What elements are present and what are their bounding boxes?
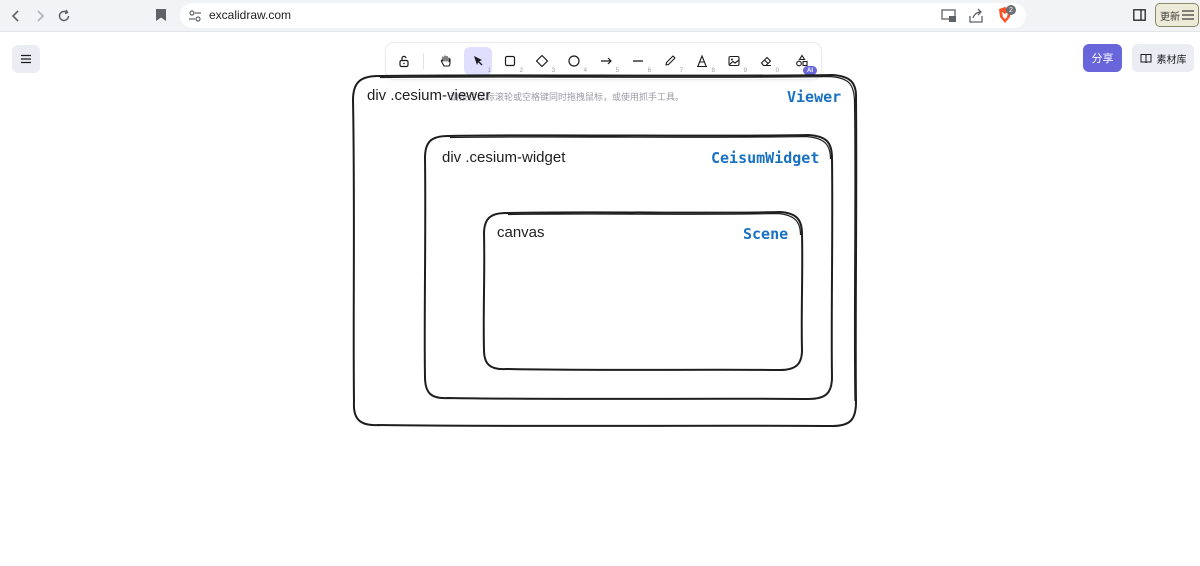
back-button[interactable] [6,6,26,26]
url-text[interactable]: excalidraw.com [209,8,291,22]
address-bar[interactable]: excalidraw.com [180,3,1026,28]
cast-icon[interactable] [940,8,958,24]
viewer-label[interactable]: div .cesium-viewer [367,87,490,104]
sidebar-toggle-icon[interactable] [1133,9,1146,21]
share-page-icon[interactable] [967,8,985,24]
forward-arrow-icon [37,10,45,22]
browser-update-button[interactable]: 更新 [1155,3,1199,27]
scene-name[interactable]: Scene [743,225,788,243]
reload-button[interactable] [54,6,74,26]
widget-name[interactable]: CeisumWidget [711,149,819,167]
scene-label[interactable]: canvas [497,224,545,241]
viewer-box[interactable] [351,73,858,428]
browser-toolbar: excalidraw.com 2 更新 [0,0,1200,32]
bookmark-icon[interactable] [155,8,167,22]
reload-icon [58,9,70,22]
brave-blocked-count: 2 [1006,5,1016,15]
excalidraw-canvas[interactable]: 1 2 3 4 5 6 7 8 9 0 AI 分享 素材库 请按住鼠标滚轮或空格… [0,32,1200,566]
viewer-name[interactable]: Viewer [787,88,841,106]
forward-button[interactable] [30,6,50,26]
site-settings-icon[interactable] [188,9,202,23]
back-arrow-icon [11,10,19,22]
diagram [351,73,858,428]
widget-label[interactable]: div .cesium-widget [442,149,565,166]
update-label: 更新 [1160,11,1180,23]
hamburger-menu-icon [1182,10,1194,20]
